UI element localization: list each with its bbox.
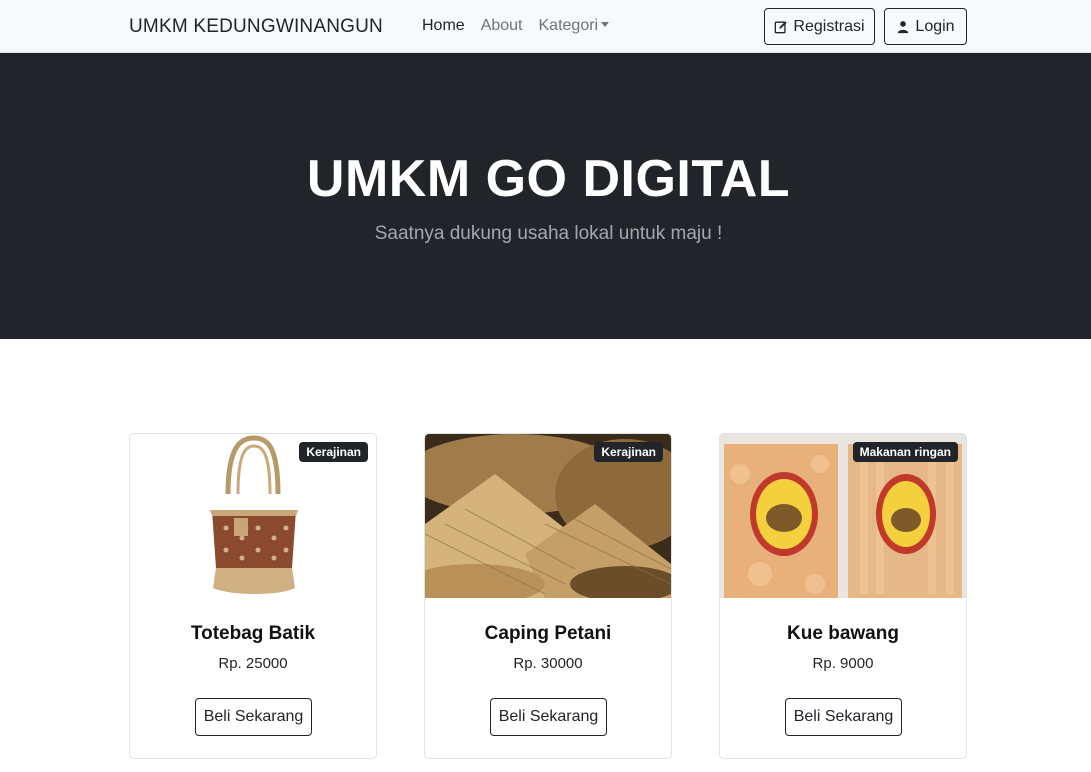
buy-now-button[interactable]: Beli Sekarang <box>195 698 312 736</box>
hero-banner: UMKM GO DIGITAL Saatnya dukung usaha lok… <box>0 53 1091 339</box>
category-badge: Kerajinan <box>299 442 368 462</box>
product-image-totebag: Kerajinan <box>130 434 376 598</box>
register-button[interactable]: Registrasi <box>764 8 875 45</box>
buy-now-button[interactable]: Beli Sekarang <box>490 698 607 736</box>
login-button[interactable]: Login <box>884 8 967 45</box>
product-price: Rp. 30000 <box>513 655 583 672</box>
product-name: Caping Petani <box>484 623 612 644</box>
nav-links: Home About Kategori <box>422 17 610 35</box>
login-label: Login <box>915 17 955 35</box>
buy-now-button[interactable]: Beli Sekarang <box>785 698 902 736</box>
register-label: Registrasi <box>793 17 865 35</box>
nav-about[interactable]: About <box>481 17 523 35</box>
nav-kategori-label: Kategori <box>538 17 599 34</box>
product-name: Kue bawang <box>787 623 899 644</box>
navbar: UMKM KEDUNGWINANGUN Home About Kategori … <box>0 0 1091 53</box>
product-price: Rp. 9000 <box>812 655 874 672</box>
product-card: Kerajinan Caping Petani Rp. 30000 Beli S… <box>424 433 672 759</box>
product-name: Totebag Batik <box>190 623 316 644</box>
product-price: Rp. 25000 <box>218 655 288 672</box>
user-icon <box>898 20 909 33</box>
edit-icon <box>775 20 788 33</box>
hero-title: UMKM GO DIGITAL <box>306 150 791 208</box>
category-badge: Kerajinan <box>594 442 663 462</box>
chevron-down-icon <box>601 21 610 27</box>
product-card: Makanan ringan Kue bawang Rp. 9000 Beli … <box>719 433 967 759</box>
category-badge: Makanan ringan <box>852 442 958 462</box>
product-image-caping: Kerajinan <box>425 434 671 598</box>
product-card: Kerajinan Totebag Batik Rp. 25000 Beli S… <box>129 433 377 759</box>
nav-home[interactable]: Home <box>422 17 465 35</box>
hero-subtitle: Saatnya dukung usaha lokal untuk maju ! <box>374 223 723 244</box>
nav-kategori-dropdown[interactable]: Kategori <box>539 17 610 35</box>
navbar-brand[interactable]: UMKM KEDUNGWINANGUN <box>129 16 383 38</box>
product-image-kue-bawang: Makanan ringan <box>720 434 966 598</box>
